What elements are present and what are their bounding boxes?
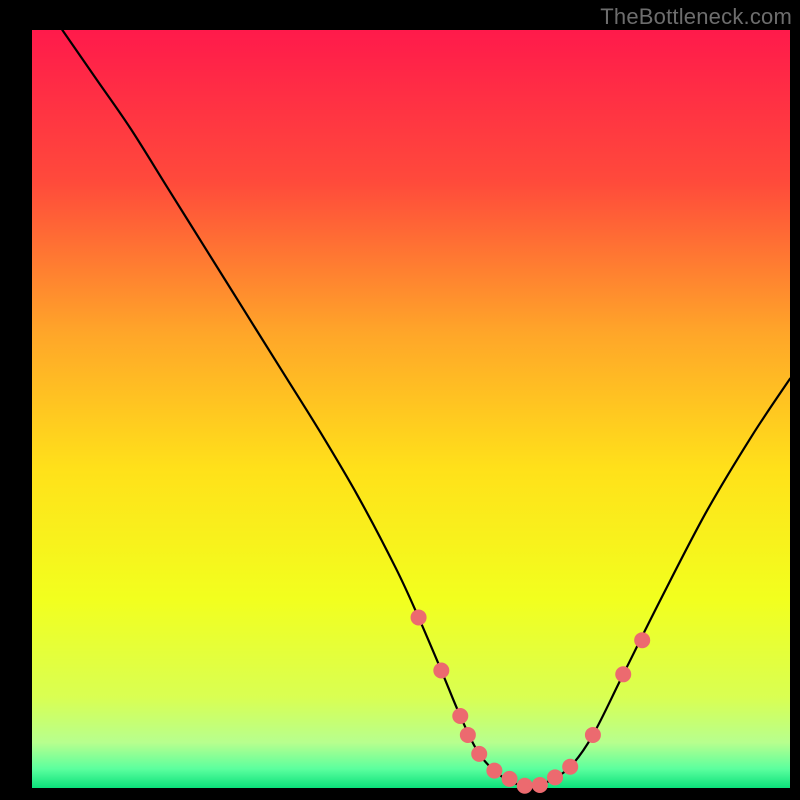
curve-highlight-dot (452, 708, 468, 724)
curve-highlight-dot (634, 632, 650, 648)
curve-highlight-dot (615, 666, 631, 682)
curve-highlight-dot (585, 727, 601, 743)
watermark-text: TheBottleneck.com (600, 4, 792, 30)
curve-highlight-dot (433, 663, 449, 679)
curve-highlight-dot (502, 771, 518, 787)
curve-highlight-dot (517, 778, 533, 794)
curve-highlight-dot (562, 759, 578, 775)
curve-highlight-dot (486, 763, 502, 779)
curve-highlight-dot (411, 609, 427, 625)
curve-highlight-dot (471, 746, 487, 762)
plot-background (32, 30, 790, 788)
curve-highlight-dot (547, 769, 563, 785)
curve-highlight-dot (532, 777, 548, 793)
chart-container: TheBottleneck.com (0, 0, 800, 800)
curve-highlight-dot (460, 727, 476, 743)
bottleneck-curve-chart (0, 0, 800, 800)
